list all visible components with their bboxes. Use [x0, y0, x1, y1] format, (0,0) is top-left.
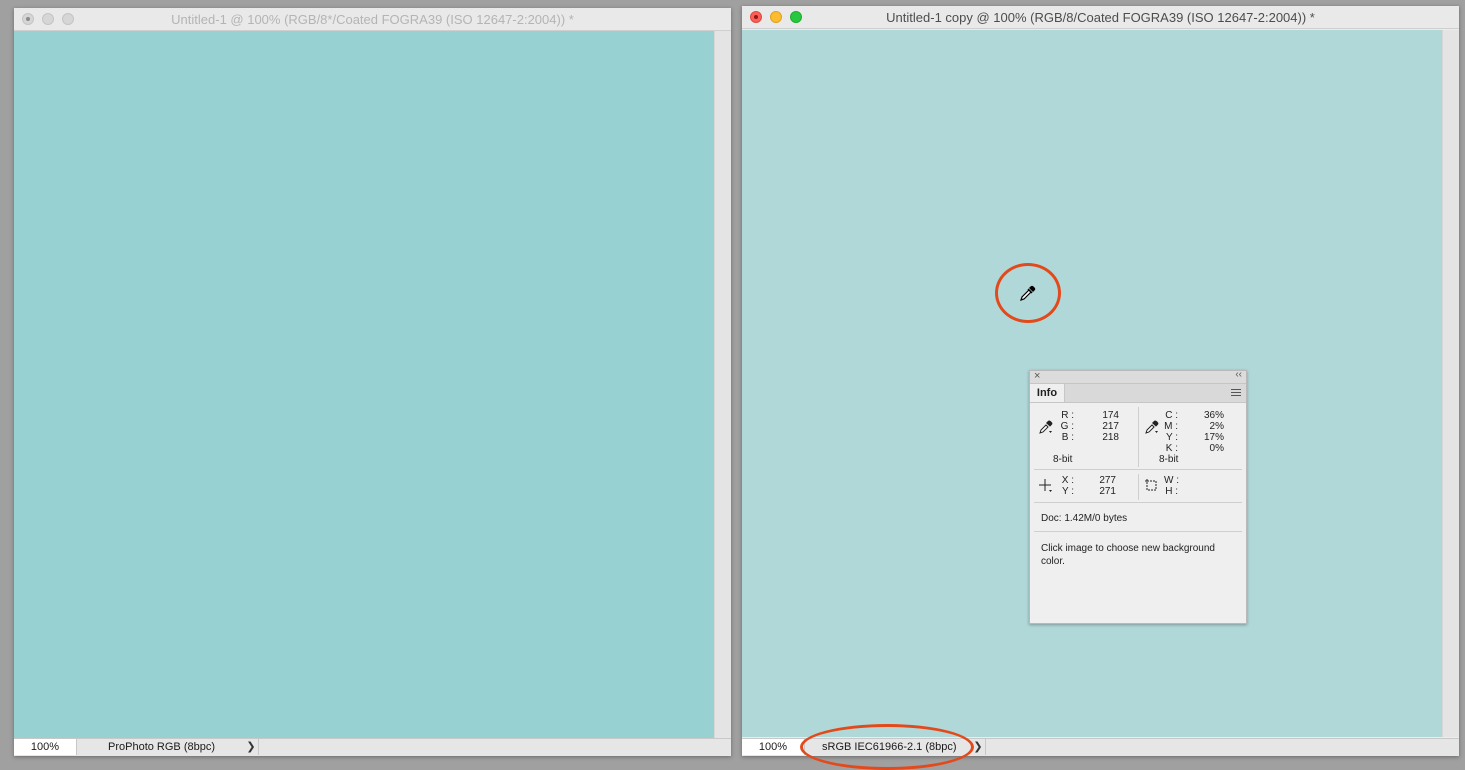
- window-title: Untitled-1 @ 100% (RGB/8*/Coated FOGRA39…: [171, 12, 574, 27]
- panel-header[interactable]: × ‹‹: [1030, 369, 1246, 384]
- window-title: Untitled-1 copy @ 100% (RGB/8/Coated FOG…: [886, 10, 1315, 25]
- color-readout-section: R : 174 G : 217 B : 218 8-bit C : 36% M …: [1034, 403, 1242, 470]
- selection-box-icon: [1145, 479, 1157, 491]
- h-label: H :: [1165, 486, 1178, 497]
- x-label: X :: [1061, 475, 1074, 486]
- k-value: 0%: [1209, 443, 1224, 454]
- b-label: B :: [1061, 432, 1074, 443]
- b-value: 218: [1102, 432, 1119, 443]
- y-pos-label: Y :: [1061, 486, 1074, 497]
- info-panel[interactable]: × ‹‹ Info R : 174 G : 217 B : 218 8-bit …: [1029, 369, 1247, 624]
- rgb-bit-depth: 8-bit: [1053, 454, 1073, 465]
- y-value: 17%: [1203, 432, 1224, 443]
- annotation-circle-cursor: [995, 263, 1061, 323]
- r-label: R :: [1061, 410, 1074, 421]
- g-value: 217: [1102, 421, 1119, 432]
- position-readout-section: X : 277 Y : 271 W : H :: [1034, 470, 1242, 503]
- doc-size-section: Doc: 1.42M/0 bytes: [1034, 503, 1242, 532]
- r-value: 174: [1102, 410, 1119, 421]
- status-menu-arrow-icon[interactable]: ❯: [244, 739, 259, 755]
- crosshair-icon[interactable]: [1038, 478, 1054, 494]
- cmyk-bit-depth: 8-bit: [1159, 454, 1179, 465]
- image-canvas[interactable]: [14, 31, 715, 739]
- tool-hint-text: Click image to choose new background col…: [1041, 543, 1215, 567]
- doc-size-text: Doc: 1.42M/0 bytes: [1041, 513, 1128, 524]
- w-label: W :: [1164, 475, 1179, 486]
- eyedropper-icon[interactable]: [1038, 419, 1054, 435]
- column-divider: [1138, 407, 1139, 467]
- y-pos-value: 271: [1099, 486, 1116, 497]
- window-titlebar[interactable]: Untitled-1 copy @ 100% (RGB/8/Coated FOG…: [742, 6, 1459, 29]
- panel-collapse-icon[interactable]: ‹‹: [1235, 369, 1242, 380]
- column-divider: [1138, 474, 1139, 500]
- m-value: 2%: [1209, 421, 1224, 432]
- zoom-level-field[interactable]: 100%: [14, 739, 77, 755]
- vertical-scrollbar[interactable]: [714, 31, 731, 739]
- status-bar: 100% ProPhoto RGB (8bpc) ❯: [14, 738, 731, 756]
- c-label: C :: [1165, 410, 1178, 421]
- document-window-left[interactable]: Untitled-1 @ 100% (RGB/8*/Coated FOGRA39…: [14, 8, 731, 756]
- annotation-circle-profile: [800, 724, 974, 770]
- x-value: 277: [1099, 475, 1116, 486]
- panel-tab-bar: Info: [1030, 384, 1246, 403]
- tab-info[interactable]: Info: [1030, 384, 1065, 402]
- window-titlebar[interactable]: Untitled-1 @ 100% (RGB/8*/Coated FOGRA39…: [14, 8, 731, 31]
- document-profile: ProPhoto RGB (8bpc): [108, 741, 215, 753]
- k-label: K :: [1165, 443, 1178, 454]
- zoom-level-field[interactable]: 100%: [742, 739, 805, 755]
- g-label: G :: [1060, 421, 1074, 432]
- vertical-scrollbar[interactable]: [1442, 30, 1459, 737]
- panel-menu-icon[interactable]: [1231, 389, 1241, 397]
- y-label: Y :: [1165, 432, 1178, 443]
- panel-close-icon[interactable]: ×: [1034, 370, 1040, 382]
- c-value: 36%: [1203, 410, 1224, 421]
- m-label: M :: [1164, 421, 1178, 432]
- eyedropper-icon[interactable]: [1144, 419, 1160, 435]
